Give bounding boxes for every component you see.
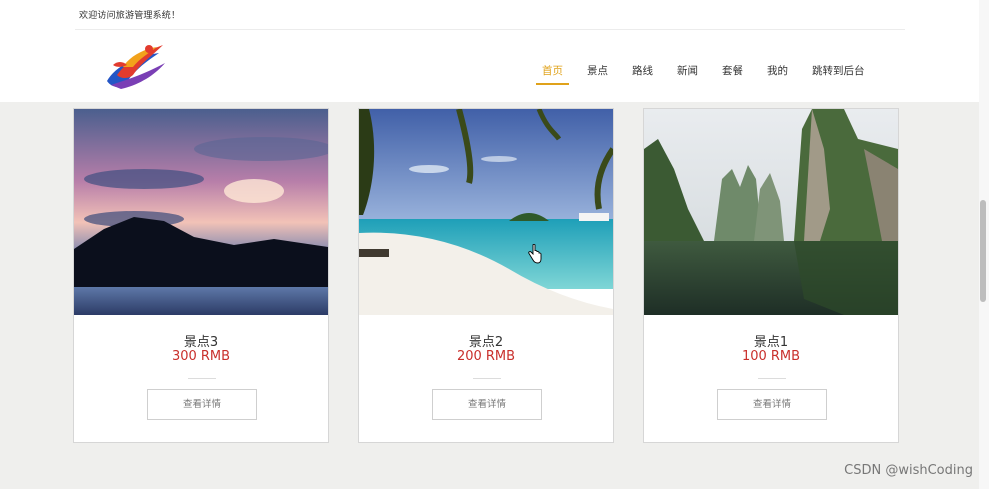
card-price: 200 RMB: [456, 349, 516, 364]
card-price: 100 RMB: [741, 349, 801, 364]
scrollbar-thumb[interactable]: [980, 200, 986, 302]
beach-palm-photo[interactable]: [359, 109, 613, 315]
card-divider: [188, 378, 216, 379]
watermark-text: CSDN @wishCoding: [844, 463, 973, 478]
card-title: 景点2: [468, 335, 504, 350]
nav-attractions[interactable]: 景点: [575, 63, 620, 85]
sunset-lake-photo[interactable]: [74, 109, 328, 315]
hand-pointer-icon: [528, 244, 542, 264]
card-title: 景点3: [183, 335, 219, 350]
attraction-card: 景点2 200 RMB 查看详情: [358, 108, 614, 443]
main-nav: 首页 景点 路线 新闻 套餐 我的 跳转到后台: [530, 63, 877, 85]
nav-home[interactable]: 首页: [530, 63, 575, 85]
nav-packages[interactable]: 套餐: [710, 63, 755, 85]
site-header: 欢迎访问旅游管理系统！ 首页 景点 路线 新闻 套餐 我的 跳转到后台: [0, 0, 979, 102]
welcome-text: 欢迎访问旅游管理系统！: [79, 11, 181, 21]
nav-routes[interactable]: 路线: [620, 63, 665, 85]
card-price: 300 RMB: [171, 349, 231, 364]
attraction-card: 景点3 300 RMB 查看详情: [73, 108, 329, 443]
attraction-card: 景点1 100 RMB 查看详情: [643, 108, 899, 443]
nav-admin[interactable]: 跳转到后台: [800, 63, 877, 85]
nav-mine[interactable]: 我的: [755, 63, 800, 85]
header-divider: [75, 29, 905, 30]
karst-river-photo[interactable]: [644, 109, 898, 315]
card-divider: [473, 378, 501, 379]
nav-news[interactable]: 新闻: [665, 63, 710, 85]
view-details-button[interactable]: 查看详情: [717, 389, 827, 420]
view-details-button[interactable]: 查看详情: [147, 389, 257, 420]
view-details-button[interactable]: 查看详情: [432, 389, 542, 420]
card-title: 景点1: [753, 335, 789, 350]
travel-logo-icon[interactable]: [103, 41, 169, 91]
page-scrollbar[interactable]: [979, 0, 989, 489]
card-divider: [758, 378, 786, 379]
